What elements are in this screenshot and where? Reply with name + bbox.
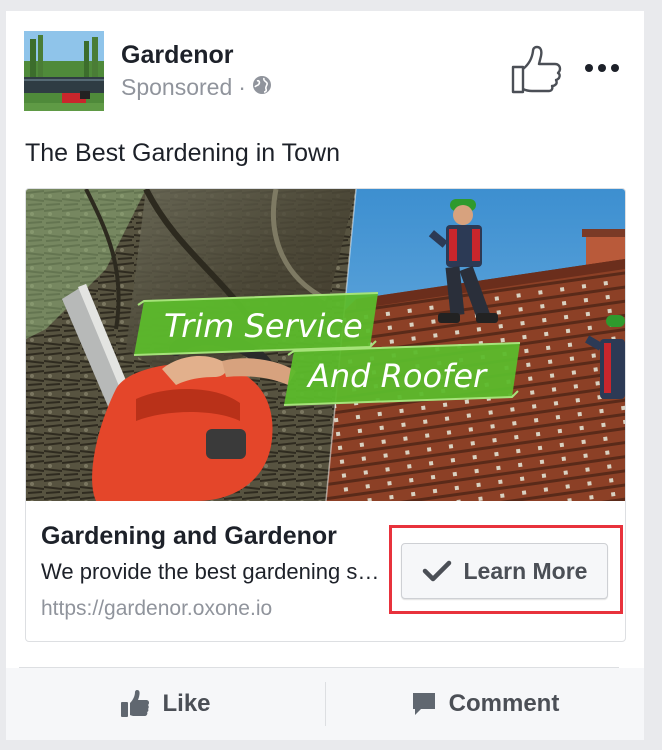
post-caption: The Best Gardening in Town (25, 139, 341, 167)
cta-highlight-box (389, 525, 623, 614)
thumbs-up-icon (511, 45, 562, 94)
meta-separator: · (238, 74, 246, 100)
feed-background-right (644, 0, 662, 750)
ad-title[interactable]: Gardening and Gardenor (41, 522, 337, 551)
comment-label: Comment (448, 690, 560, 717)
feed-background-top (0, 0, 662, 11)
comment-button[interactable]: Comment (326, 668, 644, 740)
ad-url[interactable]: https://gardenor.oxone.io (41, 597, 272, 621)
like-page-button[interactable] (510, 45, 562, 95)
post-meta: Sponsored · (121, 74, 272, 101)
ad-description: We provide the best gardening services i… (41, 559, 381, 584)
banner-line2-text: And Roofer (306, 357, 488, 395)
page-name-link[interactable]: Gardenor (121, 41, 234, 70)
comment-icon (412, 693, 435, 715)
like-label: Like (162, 690, 211, 717)
globe-icon (252, 74, 272, 101)
page-avatar[interactable] (24, 31, 104, 111)
banner-line1-text: Trim Service (164, 307, 363, 345)
sponsored-post: Gardenor Sponsored · The Best Gardening … (6, 11, 644, 740)
ad-hero-image[interactable]: Trim Service And Roofer (26, 189, 625, 501)
feed-background-bottom (0, 740, 662, 750)
avatar-image (24, 31, 104, 111)
more-options-icon[interactable] (584, 49, 620, 81)
sponsored-label[interactable]: Sponsored (121, 74, 232, 101)
like-button[interactable]: Like (6, 668, 325, 740)
post-actions-bar: Like Comment (6, 668, 644, 740)
thumbs-up-icon (121, 690, 150, 717)
